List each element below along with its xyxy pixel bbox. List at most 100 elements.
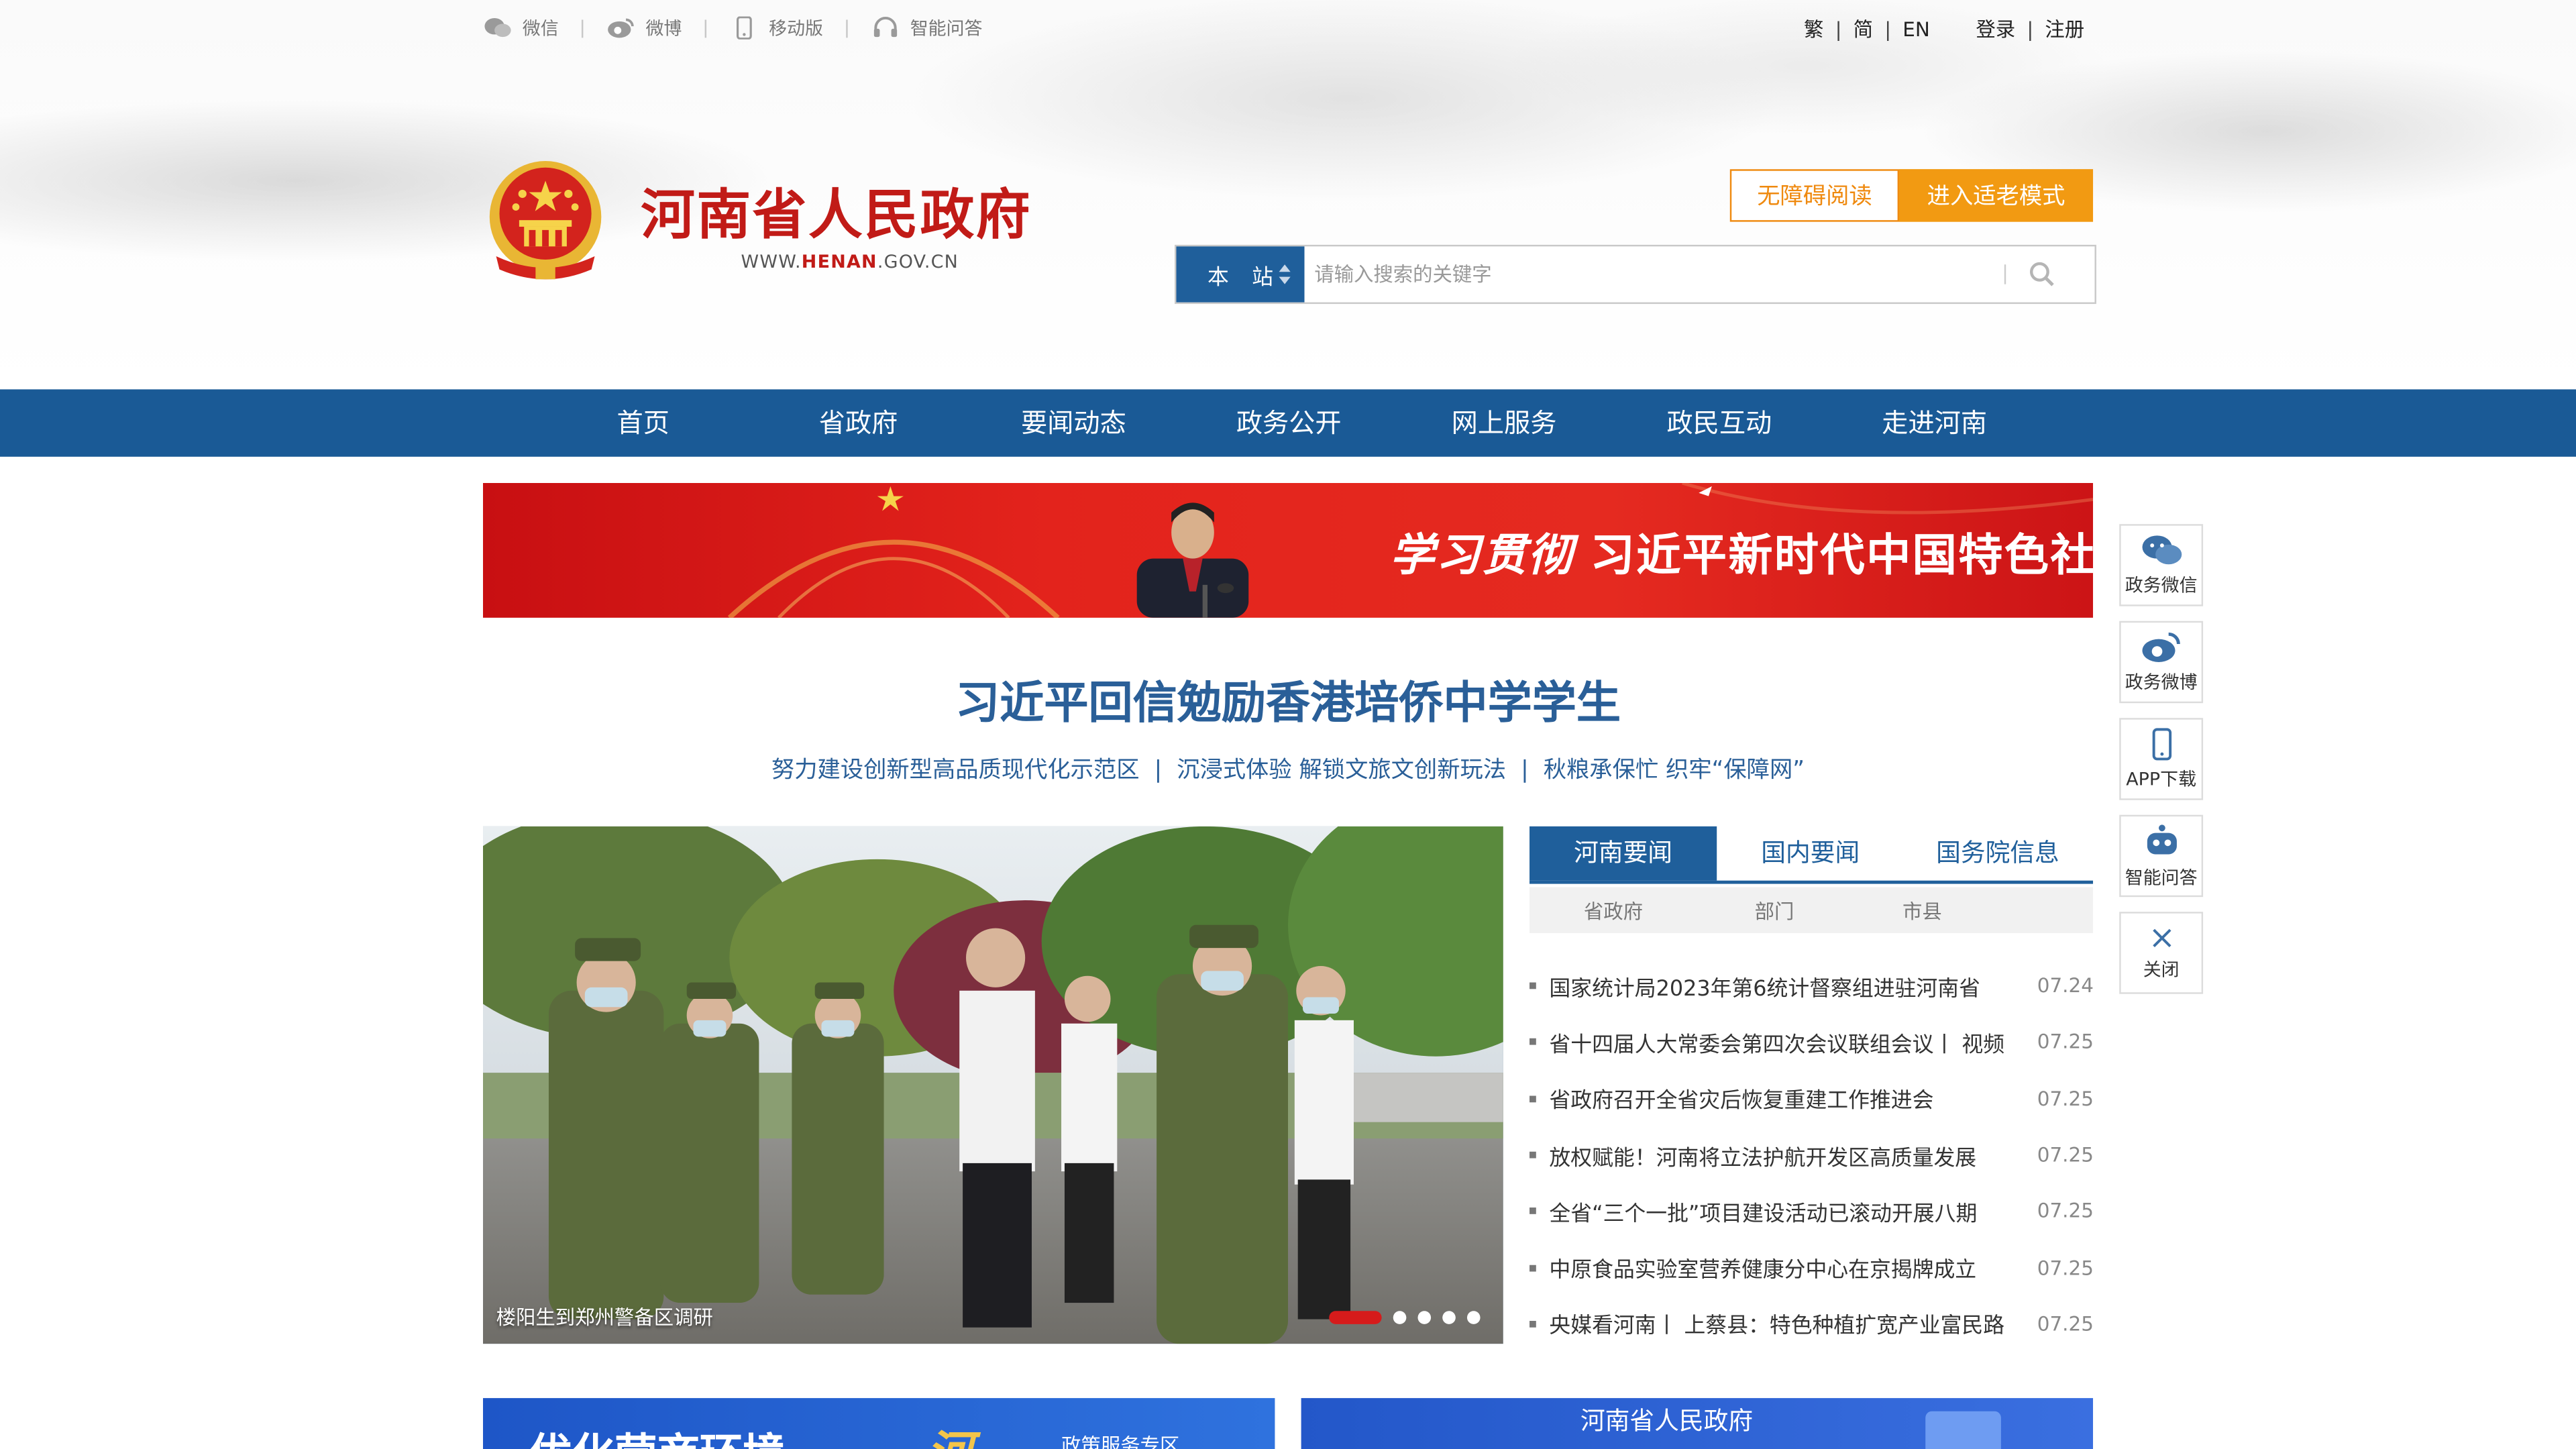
promo-title: 河南省人民政府: [1580, 1406, 1754, 1436]
bullet: [1529, 1264, 1536, 1271]
news-item[interactable]: 放权赋能！河南将立法护航开发区高质量发展 07.25: [1529, 1127, 2094, 1183]
site-title[interactable]: 河南省人民政府: [641, 171, 1032, 250]
float-label: APP下载: [2126, 767, 2197, 790]
bullet: [1529, 982, 1536, 989]
smart-qa-label: 智能问答: [910, 17, 983, 40]
news-title: 国家统计局2023年第6统计督察组进驻河南省: [1549, 977, 1980, 1002]
wechat-link[interactable]: 微信: [483, 15, 559, 41]
top-utility-bar: 微信 微博 移动版 智能问答: [483, 10, 983, 46]
promo-accent: 河: [926, 1417, 973, 1449]
gov-weibo-button[interactable]: 政务微博: [2119, 621, 2204, 704]
elder-mode-button[interactable]: 进入适老模式: [1899, 169, 2094, 222]
promo-subtitle: 政策服务专区: [1061, 1434, 1180, 1449]
subtab-departments[interactable]: 部门: [1755, 896, 1794, 924]
divider: [704, 19, 707, 38]
divider: |: [1884, 17, 1892, 41]
sub-headline-link[interactable]: 秋粮承保忙 织牢“保障网”: [1544, 757, 1805, 784]
news-subtabs: 省政府 部门 市县: [1529, 887, 2094, 934]
nav-item-about-henan[interactable]: 走进河南: [1827, 389, 2042, 456]
app-download-button[interactable]: APP下载: [2119, 718, 2204, 800]
photo-caption: 楼阳生到郑州警备区调研: [496, 1305, 713, 1330]
mobile-phone-icon: [737, 16, 752, 40]
simplified-chinese-link[interactable]: 简: [1854, 15, 1873, 43]
site-url: WWW.HENAN.GOV.CN: [741, 252, 959, 273]
register-link[interactable]: 注册: [2045, 15, 2084, 43]
nav-item-news[interactable]: 要闻动态: [966, 389, 1181, 456]
divider: |: [2027, 17, 2034, 41]
search-input[interactable]: [1304, 246, 2004, 303]
news-item[interactable]: 国家统计局2023年第6统计督察组进驻河南省 07.24: [1529, 958, 2094, 1014]
news-tabs: 河南要闻 国内要闻 国务院信息: [1529, 826, 2094, 884]
carousel-dot[interactable]: [1417, 1311, 1432, 1324]
float-label: 智能问答: [2125, 866, 2198, 888]
subtab-provincial-government[interactable]: 省政府: [1584, 896, 1643, 924]
news-date: 07.24: [2037, 974, 2094, 998]
traditional-chinese-link[interactable]: 繁: [1804, 15, 1823, 43]
bullet: [1529, 1095, 1536, 1102]
site-url-prefix: WWW.: [741, 251, 802, 273]
tab-domestic-news[interactable]: 国内要闻: [1717, 826, 1904, 881]
news-date: 07.25: [2037, 1312, 2094, 1336]
site-url-suffix: .GOV.CN: [877, 251, 959, 273]
mobile-link[interactable]: 移动版: [729, 15, 823, 41]
news-item[interactable]: 省十四届人大常委会第四次会议联组会议丨 视频 07.25: [1529, 1014, 2094, 1071]
carousel-dot-active[interactable]: [1329, 1311, 1382, 1324]
divider: [581, 19, 584, 38]
header-background: [0, 0, 2576, 390]
gov-wechat-button[interactable]: 政务微信: [2119, 524, 2204, 606]
weibo-link[interactable]: 微博: [606, 15, 682, 41]
nav-item-home[interactable]: 首页: [535, 389, 751, 456]
smart-qa-button[interactable]: 智能问答: [2119, 814, 2204, 898]
bullet: [1529, 1208, 1536, 1215]
divider: |: [1521, 757, 1529, 784]
nav-item-provincial-government[interactable]: 省政府: [751, 389, 966, 456]
login-link[interactable]: 登录: [1976, 15, 2015, 43]
smart-qa-link[interactable]: 智能问答: [871, 15, 983, 41]
news-item[interactable]: 央媒看河南丨 上蔡县：特色种植扩宽产业富民路 07.25: [1529, 1296, 2094, 1352]
government-promo-banner[interactable]: 河南省人民政府: [1301, 1398, 2094, 1449]
sub-headline-link[interactable]: 沉浸式体验 解锁文旅文创新玩法: [1177, 757, 1506, 784]
divider: |: [1154, 757, 1163, 784]
mobile-label: 移动版: [769, 17, 823, 40]
search-scope-label-a: 本: [1207, 265, 1229, 290]
barrier-free-reading-button[interactable]: 无障碍阅读: [1729, 169, 1900, 222]
news-title: 省政府召开全省灾后恢复重建工作推进会: [1549, 1089, 1934, 1114]
news-date: 07.25: [2037, 1030, 2094, 1054]
news-item[interactable]: 全省“三个一批”项目建设活动已滚动开展八期 07.25: [1529, 1183, 2094, 1240]
sub-headline-link[interactable]: 努力建设创新型高品质现代化示范区: [771, 757, 1140, 784]
wechat-icon: [484, 17, 511, 38]
news-date: 07.25: [2037, 1087, 2094, 1110]
weibo-label: 微博: [645, 17, 682, 40]
search-button[interactable]: [2029, 246, 2095, 302]
nav-item-interaction[interactable]: 政民互动: [1611, 389, 1827, 456]
banner-calligraphy: 学习贯彻: [1389, 531, 1574, 582]
bullet: [1529, 1320, 1536, 1328]
bullet: [1529, 1151, 1536, 1159]
english-link[interactable]: EN: [1902, 17, 1930, 40]
banner-slogan: 习近平新时代中国特色社会主义思想: [1590, 531, 2094, 582]
search-scope-select[interactable]: 本 站: [1176, 246, 1305, 303]
subtab-cities-counties[interactable]: 市县: [1902, 896, 1942, 924]
promo-title: 优化营商环境: [529, 1421, 786, 1449]
tab-state-council-info[interactable]: 国务院信息: [1904, 826, 2091, 881]
language-login-bar: 繁 | 简 | EN 登录 | 注册: [1804, 15, 2084, 43]
nav-item-government-affairs[interactable]: 政务公开: [1181, 389, 1397, 456]
nav-item-online-services[interactable]: 网上服务: [1397, 389, 1612, 456]
divider: |: [1835, 17, 1842, 41]
carousel-dot[interactable]: [1442, 1311, 1456, 1324]
ideology-banner[interactable]: 学习贯彻习近平新时代中国特色社会主义思想: [483, 483, 2094, 618]
news-item[interactable]: 中原食品实验室营养健康分中心在京揭牌成立 07.25: [1529, 1240, 2094, 1296]
national-emblem-logo[interactable]: [483, 158, 608, 286]
news-date: 07.25: [2037, 1256, 2094, 1279]
float-label: 政务微博: [2125, 671, 2198, 693]
business-environment-banner[interactable]: 优化营商环境 河 政策服务专区: [483, 1398, 1275, 1449]
weibo-icon: [2141, 631, 2180, 661]
carousel-dot[interactable]: [1393, 1311, 1407, 1324]
news-item[interactable]: 省政府召开全省灾后恢复重建工作推进会 07.25: [1529, 1071, 2094, 1127]
news-photo-carousel[interactable]: 楼阳生到郑州警备区调研: [483, 826, 1503, 1344]
news-title: 中原食品实验室营养健康分中心在京揭牌成立: [1549, 1258, 1977, 1283]
carousel-dot[interactable]: [1466, 1311, 1481, 1324]
sort-arrows-icon: [1279, 264, 1291, 284]
close-float-button[interactable]: 关闭: [2119, 912, 2204, 994]
tab-henan-news[interactable]: 河南要闻: [1529, 826, 1717, 881]
